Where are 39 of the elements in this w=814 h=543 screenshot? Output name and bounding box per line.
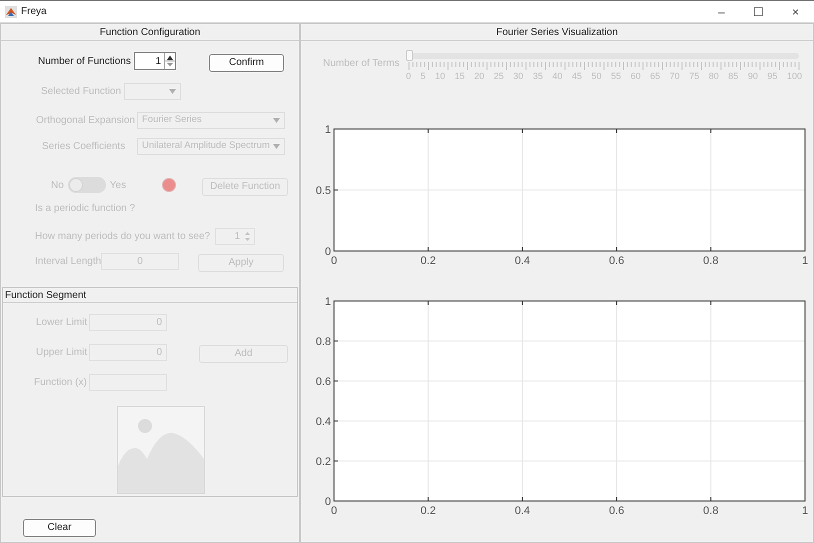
caret-down-icon	[169, 88, 176, 94]
confirm-button[interactable]: Confirm	[209, 54, 284, 72]
caret-down-icon	[273, 118, 280, 122]
spinner-arrows-icon	[244, 230, 252, 242]
tick-label: 0.6	[608, 504, 624, 516]
tick-label: 1	[324, 296, 331, 308]
status-lamp	[162, 178, 176, 192]
tick-label: 0.8	[703, 254, 718, 266]
tick-label: 0.2	[316, 456, 331, 468]
number-spinner[interactable]: 1	[134, 52, 176, 70]
tick-label: 0.4	[514, 504, 530, 516]
tick-label: 0	[324, 246, 331, 258]
tick-label: 1	[324, 124, 331, 136]
tick-label: 1	[802, 254, 808, 266]
maximize-button[interactable]: ☐	[740, 1, 777, 22]
tick-label: 0.8	[703, 504, 718, 516]
tick-label: 0.6	[608, 254, 624, 266]
tick-label: 0	[330, 254, 338, 266]
tick-label: 0	[324, 496, 331, 508]
clear-button[interactable]: Clear	[23, 518, 96, 536]
panel-title: Function Segment	[3, 288, 297, 303]
tick-label: 0	[330, 504, 338, 516]
spinner-arrows-icon	[164, 53, 175, 69]
window-title: Freya	[21, 5, 47, 19]
tick-label: 0.2	[420, 504, 436, 516]
minimize-button[interactable]: –	[703, 1, 740, 22]
tick-label: 0.6	[316, 376, 331, 388]
caret-down-icon	[273, 144, 280, 148]
app-icon	[5, 6, 17, 18]
tick-label: 0.5	[316, 184, 331, 196]
tick-label: 1	[802, 504, 808, 516]
close-button[interactable]: ×	[777, 1, 814, 22]
tick-label: 0.4	[316, 416, 331, 428]
tick-label: 0.4	[514, 254, 530, 266]
tick-label: 0.8	[316, 336, 331, 348]
field-label: Number of Functions	[38, 54, 132, 68]
panel-title: Fourier Series Visualization	[301, 24, 813, 41]
tick-label: 0.2	[420, 254, 436, 266]
image-placeholder-icon	[117, 406, 205, 494]
